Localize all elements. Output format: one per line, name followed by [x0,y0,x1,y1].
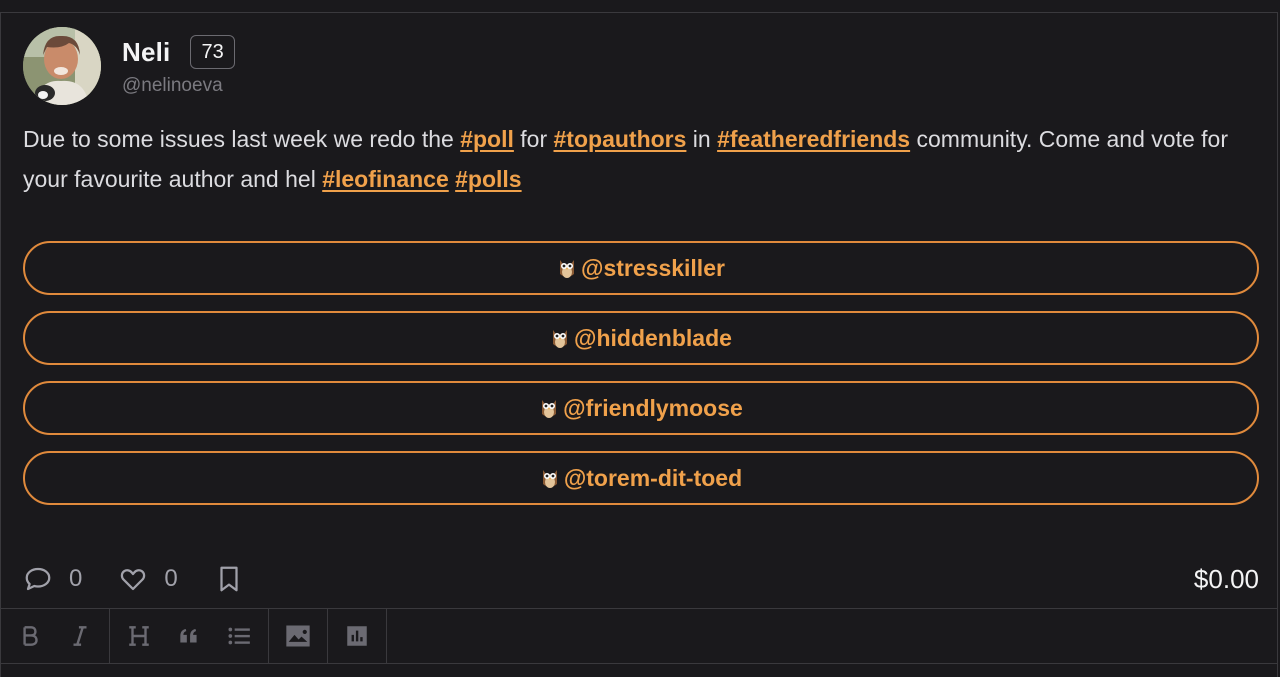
body-text-segment: for [513,126,554,152]
italic-button[interactable] [55,609,105,663]
body-text-segment: Due to some issues last week we redo the [23,126,461,152]
quote-button[interactable] [164,609,214,663]
poll-option-label: @torem-dit-toed [563,464,743,491]
toolbar-group-image [269,609,328,663]
author-handle[interactable]: @nelinoeva [122,75,235,97]
user-meta: Neli 73 @nelinoeva [122,35,235,97]
poll-option-label: @stresskiller [581,254,725,281]
toolbar-group-block [110,609,269,663]
comment-button[interactable]: 0 [23,564,82,594]
body-text-segment: in [686,126,718,152]
owl-emoji-icon [542,470,557,488]
owl-emoji-icon [542,400,557,418]
poll-option-label: @hiddenblade [574,324,732,351]
bold-icon [23,626,38,646]
hashtag-polls[interactable]: #polls [455,166,521,192]
image-icon [286,625,310,647]
italic-icon [73,626,87,646]
quote-icon [180,628,197,643]
comment-icon [25,567,51,591]
image-button[interactable] [273,609,323,663]
name-row: Neli 73 [122,35,235,69]
hashtag-leofinance[interactable]: #leofinance [322,166,449,192]
hashtag-poll[interactable]: #poll [460,126,514,152]
bold-button[interactable] [5,609,55,663]
heading-button[interactable] [114,609,164,663]
toolbar-group-poll [328,609,387,663]
post-actions: 0 0 $0.00 [23,559,1259,599]
poll-options: @stresskiller @hiddenblade @friendlymoos… [23,241,1259,521]
avatar[interactable] [23,27,101,105]
like-count: 0 [164,565,178,592]
hashtag-topauthors[interactable]: #topauthors [554,126,687,152]
like-button[interactable]: 0 [118,564,178,594]
hashtag-featheredfriends[interactable]: #featheredfriends [717,126,910,152]
list-button[interactable] [214,609,264,663]
poll-option[interactable]: @friendlymoose [23,381,1259,435]
poll-button[interactable] [332,609,382,663]
poll-option[interactable]: @stresskiller [23,241,1259,295]
bookmark-icon [220,566,238,592]
author-name[interactable]: Neli [122,37,170,68]
toolbar-group-format [1,609,110,663]
owl-emoji-icon [560,260,575,278]
list-icon [228,627,250,645]
heading-icon [129,626,149,646]
bookmark-button[interactable] [214,564,244,594]
post-card: Neli 73 @nelinoeva Due to some issues la… [0,12,1278,677]
poll-option-label: @friendlymoose [563,394,743,421]
poll-option[interactable]: @torem-dit-toed [23,451,1259,505]
poll-icon [347,626,367,646]
poll-option[interactable]: @hiddenblade [23,311,1259,365]
payout-value[interactable]: $0.00 [1194,564,1259,595]
heart-icon [121,569,146,591]
comment-count: 0 [69,565,83,592]
post-body: Due to some issues last week we redo the… [23,119,1259,199]
editor-toolbar [1,608,1277,664]
post-header: Neli 73 @nelinoeva [23,27,235,105]
reputation-badge: 73 [190,35,235,69]
owl-emoji-icon [553,330,568,348]
